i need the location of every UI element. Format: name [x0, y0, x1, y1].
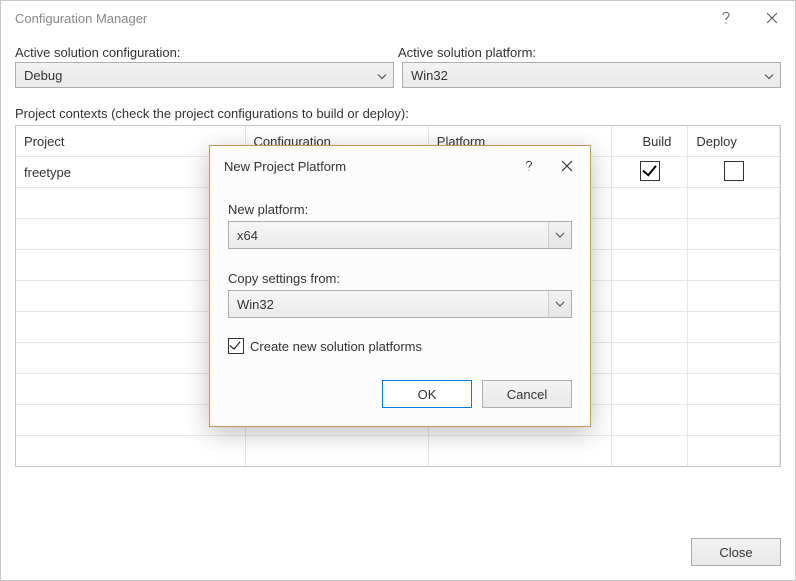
chevron-down-icon [764, 68, 774, 83]
active-platform-select[interactable]: Win32 [402, 62, 781, 88]
dialog-help-button[interactable] [510, 150, 548, 182]
help-button[interactable] [703, 1, 749, 35]
deploy-checkbox[interactable] [724, 161, 744, 181]
dialog-titlebar: New Project Platform [210, 146, 590, 186]
close-window-button[interactable] [749, 1, 795, 35]
active-config-value: Debug [24, 68, 62, 83]
config-manager-window: Configuration Manager Active solution co… [0, 0, 796, 581]
chevron-down-icon [377, 68, 387, 83]
copy-settings-label: Copy settings from: [228, 271, 572, 286]
project-contexts-label: Project contexts (check the project conf… [15, 106, 781, 121]
chevron-down-icon [548, 222, 571, 248]
col-deploy: Deploy [688, 126, 780, 157]
close-button[interactable]: Close [691, 538, 781, 566]
active-config-select[interactable]: Debug [15, 62, 394, 88]
ok-button[interactable]: OK [382, 380, 472, 408]
create-new-solution-platforms-label: Create new solution platforms [250, 339, 422, 354]
copy-settings-value: Win32 [237, 297, 274, 312]
col-build: Build [612, 126, 688, 157]
footer: Close [691, 538, 781, 566]
active-config-label: Active solution configuration: [15, 45, 398, 60]
new-platform-value: x64 [237, 228, 258, 243]
new-platform-label: New platform: [228, 202, 572, 217]
active-platform-label: Active solution platform: [398, 45, 781, 60]
chevron-down-icon [548, 291, 571, 317]
copy-settings-select[interactable]: Win32 [228, 290, 572, 318]
cancel-button[interactable]: Cancel [482, 380, 572, 408]
window-title: Configuration Manager [15, 11, 147, 26]
titlebar: Configuration Manager [1, 1, 795, 35]
create-new-solution-platforms-checkbox[interactable] [228, 338, 244, 354]
new-platform-select[interactable]: x64 [228, 221, 572, 249]
active-platform-value: Win32 [411, 68, 448, 83]
build-checkbox[interactable] [640, 161, 660, 181]
dialog-close-button[interactable] [548, 150, 586, 182]
dialog-title: New Project Platform [224, 159, 346, 174]
new-project-platform-dialog: New Project Platform New platform: x64 C… [209, 145, 591, 427]
